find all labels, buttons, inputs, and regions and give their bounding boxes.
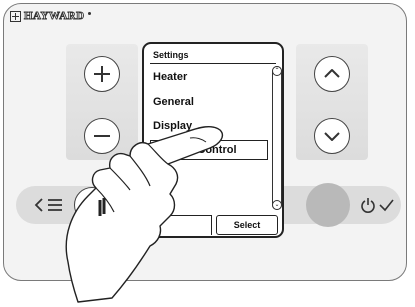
scroll-down-icon[interactable]: ⌄ xyxy=(272,200,282,210)
minus-icon xyxy=(94,135,110,137)
chevron-up-icon xyxy=(324,69,340,78)
power-check-icon xyxy=(360,197,394,218)
screen-title: Settings xyxy=(153,50,189,60)
select-button[interactable]: Select xyxy=(216,215,278,235)
brand-name: HAYWARD xyxy=(24,10,85,23)
brand-mark-icon xyxy=(10,10,21,22)
menu-item-display[interactable]: Display xyxy=(150,116,268,136)
scrollbar[interactable]: ⌃ ⌄ xyxy=(272,66,282,210)
menu-item-remote-control[interactable]: Remote Control xyxy=(150,140,268,160)
screen-divider xyxy=(150,63,276,64)
up-button[interactable] xyxy=(314,56,350,92)
chevron-down-icon xyxy=(324,132,340,141)
power-button[interactable] xyxy=(306,183,350,227)
down-button[interactable] xyxy=(314,118,350,154)
display-screen: Settings Heater General Display Remote C… xyxy=(142,42,284,238)
menu-item-general[interactable]: General xyxy=(150,92,268,112)
menu-item-heater[interactable]: Heater xyxy=(150,67,268,87)
back-softkey[interactable] xyxy=(150,215,212,235)
brand-dot xyxy=(87,11,91,15)
scroll-up-icon[interactable]: ⌃ xyxy=(272,66,282,76)
brand-logo: HAYWARD xyxy=(10,8,91,24)
plus-icon xyxy=(94,66,110,82)
back-menu-icon[interactable] xyxy=(34,197,64,218)
plus-button[interactable] xyxy=(84,56,120,92)
menu-button[interactable] xyxy=(74,187,110,223)
minus-button[interactable] xyxy=(84,118,120,154)
